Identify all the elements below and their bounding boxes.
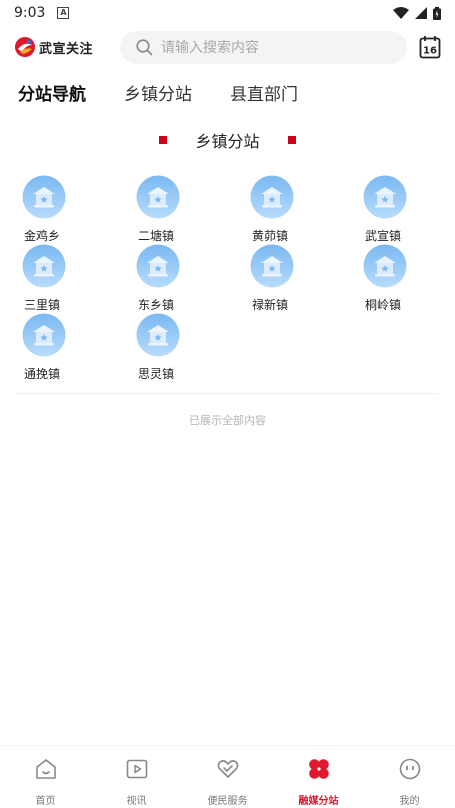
station-name: 通挽镇 (24, 367, 61, 381)
app-logo[interactable]: 武宣关注 (14, 36, 114, 58)
search-input[interactable]: 请输入搜索内容 (120, 30, 407, 64)
station-item[interactable]: 二塘镇 (136, 175, 216, 243)
app-name: 武宣关注 (39, 41, 94, 57)
home-icon (35, 759, 56, 779)
search-icon (136, 38, 153, 55)
station-item[interactable]: 思灵镇 (136, 313, 216, 381)
signal-icon (415, 7, 427, 19)
clover-icon (308, 759, 329, 779)
wifi-icon (393, 7, 409, 19)
tab-town-stations[interactable]: 乡镇分站 (124, 80, 192, 105)
station-name: 武宣镇 (365, 229, 402, 243)
nav-media-stations[interactable]: 融媒分站 (273, 746, 364, 808)
station-building-icon (363, 244, 407, 288)
tab-county-departments[interactable]: 县直部门 (230, 80, 298, 105)
calendar-day: 16 (423, 46, 437, 57)
station-name: 思灵镇 (138, 367, 175, 381)
nav-profile-label: 我的 (399, 796, 420, 807)
station-name: 桐岭镇 (365, 298, 402, 312)
station-building-icon (22, 313, 66, 357)
bottom-nav: 首页 视讯 便民服务 融媒分站 我的 (0, 745, 455, 808)
status-time: 9:03 (14, 5, 46, 21)
section-marker-right (287, 136, 296, 144)
top-tabs: 分站导航 乡镇分站 县直部门 (0, 78, 455, 106)
tab-station-nav[interactable]: 分站导航 (18, 80, 86, 105)
station-building-icon (22, 244, 66, 288)
nav-home-label: 首页 (35, 796, 56, 807)
nav-media-stations-label: 融媒分站 (298, 796, 339, 807)
station-building-icon (250, 175, 294, 219)
section-title: 乡镇分站 (0, 128, 455, 152)
station-building-icon (136, 244, 180, 288)
nav-home[interactable]: 首页 (0, 746, 91, 808)
station-item[interactable]: 通挽镇 (22, 313, 102, 381)
station-building-icon (22, 175, 66, 219)
nav-video-label: 视讯 (126, 796, 147, 807)
station-item[interactable]: 禄新镇 (250, 244, 330, 312)
nav-services-label: 便民服务 (207, 796, 248, 807)
face-icon (399, 758, 420, 780)
station-name: 东乡镇 (138, 298, 175, 312)
divider (16, 393, 439, 394)
search-placeholder: 请输入搜索内容 (161, 40, 259, 56)
battery-icon (433, 6, 441, 20)
station-item[interactable]: 黄茆镇 (250, 175, 330, 243)
station-building-icon (136, 175, 180, 219)
station-item[interactable]: 桐岭镇 (363, 244, 443, 312)
station-name: 金鸡乡 (24, 229, 61, 243)
station-name: 黄茆镇 (252, 229, 289, 243)
station-item[interactable]: 三里镇 (22, 244, 102, 312)
section-title-text: 乡镇分站 (195, 132, 260, 151)
station-item[interactable]: 武宣镇 (363, 175, 443, 243)
video-icon (126, 759, 147, 779)
station-name: 禄新镇 (252, 298, 289, 312)
app-header: 武宣关注 请输入搜索内容 16 (0, 30, 455, 64)
station-building-icon (250, 244, 294, 288)
station-building-icon (363, 175, 407, 219)
list-end-text: 已展示全部内容 (189, 414, 266, 427)
logo-icon (15, 37, 35, 57)
station-item[interactable]: 金鸡乡 (22, 175, 102, 243)
notification-icon: A (57, 7, 70, 19)
nav-services[interactable]: 便民服务 (182, 746, 273, 808)
status-indicators (393, 6, 441, 20)
nav-profile[interactable]: 我的 (364, 746, 455, 808)
status-bar: 9:03 A (0, 0, 455, 26)
station-building-icon (136, 313, 180, 357)
calendar-icon: 16 (419, 36, 441, 59)
station-name: 二塘镇 (138, 229, 175, 243)
station-item[interactable]: 东乡镇 (136, 244, 216, 312)
station-name: 三里镇 (24, 298, 61, 312)
heart-service-icon (217, 760, 238, 778)
calendar-button[interactable]: 16 (419, 35, 443, 59)
nav-video[interactable]: 视讯 (91, 746, 182, 808)
section-marker-left (159, 136, 168, 144)
